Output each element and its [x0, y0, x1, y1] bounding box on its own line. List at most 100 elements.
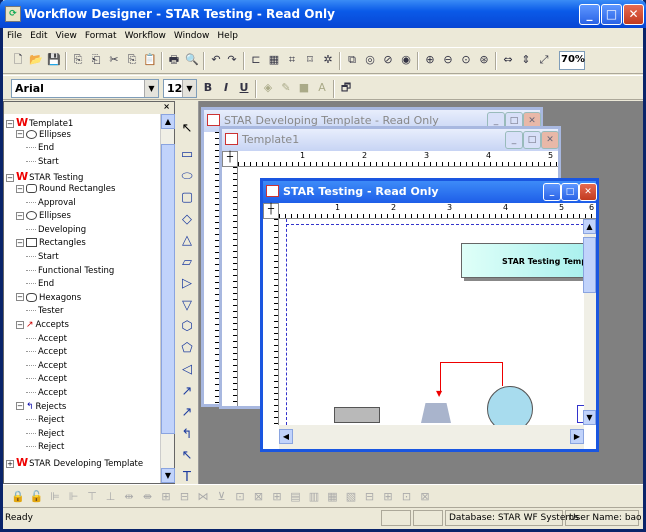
circle-icon[interactable]: ◎ [363, 53, 377, 67]
ellipse-tool-icon[interactable]: ⬭ [179, 169, 195, 185]
tree-item[interactable]: Accept [26, 347, 67, 361]
expand-toggle-icon[interactable]: − [16, 293, 24, 302]
properties-icon[interactable]: 🗗 [339, 81, 353, 95]
record-icon[interactable]: ◉ [399, 53, 413, 67]
close-button[interactable]: ✕ [623, 4, 644, 25]
menu-workflow[interactable]: Workflow [121, 28, 170, 41]
close-button[interactable]: ✕ [579, 183, 597, 201]
tree-item[interactable]: + WSTAR Developing Template [6, 456, 143, 470]
tree-item[interactable]: Start [26, 252, 59, 266]
tree-item[interactable]: Approval [26, 198, 76, 212]
down-triangle-tool-icon[interactable]: ▽ [179, 298, 195, 314]
diagram-canvas[interactable]: STAR Testing Templa ▼ [279, 219, 584, 425]
align-tool-icon[interactable]: 🔓 [30, 490, 44, 504]
cut-icon[interactable]: ✂ [107, 53, 121, 67]
tree-item[interactable]: − Rectangles [16, 238, 86, 252]
align-tool-icon[interactable]: ▧ [344, 490, 358, 504]
expand-toggle-icon[interactable]: − [16, 320, 24, 329]
vertical-scrollbar[interactable]: ▲ ▼ [583, 219, 596, 425]
tree-item[interactable]: − Hexagons [16, 292, 81, 307]
zoom-in-icon[interactable]: ⊕ [423, 53, 437, 67]
menu-view[interactable]: View [52, 28, 81, 41]
shadow-icon[interactable]: ■ [297, 81, 311, 95]
horizontal-scrollbar[interactable]: ◀ ▶ [279, 425, 584, 449]
star-testing-template-node[interactable]: STAR Testing Templa [461, 243, 584, 278]
connect-icon[interactable]: ✲ [321, 53, 335, 67]
align-tool-icon[interactable]: ⊫ [48, 490, 62, 504]
scroll-down-icon[interactable]: ▼ [583, 410, 596, 425]
expand-toggle-icon[interactable]: − [6, 173, 14, 182]
menu-format[interactable]: Format [81, 28, 121, 41]
tree-item[interactable]: Functional Testing [26, 266, 114, 280]
tree-item[interactable]: − Round Rectangles [16, 184, 115, 198]
align-tool-icon[interactable]: ▤ [289, 490, 303, 504]
font-size-select[interactable]: 12 ▼ [163, 79, 197, 98]
star-testing-window[interactable]: STAR Testing - Read Only _ □ ✕ ┼ 1 2 3 4… [260, 178, 599, 452]
triangle-tool-icon[interactable]: △ [179, 233, 195, 249]
font-family-select[interactable]: Arial ▼ [11, 79, 159, 98]
redo-icon[interactable]: ↷ [225, 53, 239, 67]
align-tool-icon[interactable]: ⊩ [67, 490, 81, 504]
align-tool-icon[interactable]: ▥ [307, 490, 321, 504]
menu-window[interactable]: Window [170, 28, 214, 41]
expand-toggle-icon[interactable]: − [16, 402, 24, 411]
scroll-right-icon[interactable]: ▶ [570, 429, 584, 444]
copy-icon[interactable]: ⎘ [125, 53, 139, 67]
stop-icon[interactable]: ⊘ [381, 53, 395, 67]
scroll-thumb[interactable] [583, 237, 596, 293]
zoom-level-box[interactable]: 70% [559, 51, 585, 70]
expand-toggle-icon[interactable]: − [16, 184, 24, 193]
tree-item[interactable]: End [26, 143, 54, 157]
right-triangle-tool-icon[interactable]: ▷ [179, 276, 195, 292]
accept-tool-icon[interactable]: ↗ [179, 384, 195, 400]
expand-toggle-icon[interactable]: + [6, 459, 14, 468]
menu-help[interactable]: Help [213, 28, 242, 41]
align-tool-icon[interactable]: ⊠ [418, 490, 432, 504]
align-tool-icon[interactable]: ⊟ [363, 490, 377, 504]
align-tool-icon[interactable]: ⊡ [233, 490, 247, 504]
underline-button[interactable]: U [237, 81, 251, 95]
chart-icon[interactable]: ⧉ [345, 53, 359, 67]
tree-item[interactable]: Start [26, 157, 59, 171]
tree-item[interactable]: Accept [26, 334, 67, 348]
left-triangle-tool-icon[interactable]: ◁ [179, 362, 195, 378]
maximize-button[interactable]: □ [601, 4, 622, 25]
align-tool-icon[interactable]: 🔒 [11, 490, 25, 504]
font-color-button[interactable]: A [315, 81, 329, 95]
page-icon[interactable]: ⌑ [303, 53, 317, 67]
fit-height-icon[interactable]: ⇕ [519, 53, 533, 67]
zoom-page-icon[interactable]: ⊛ [477, 53, 491, 67]
reject2-tool-icon[interactable]: ↖ [179, 448, 195, 464]
align-tool-icon[interactable]: ⊠ [252, 490, 266, 504]
scroll-up-icon[interactable]: ▲ [583, 219, 596, 234]
tree-item[interactable]: End [26, 279, 54, 293]
tree-item[interactable]: − WTemplate1 [6, 116, 73, 130]
ellipse-node[interactable] [487, 386, 533, 425]
scroll-left-icon[interactable]: ◀ [279, 429, 293, 444]
align-tool-icon[interactable]: ⊞ [381, 490, 395, 504]
align-tool-icon[interactable]: ⊞ [159, 490, 173, 504]
minimize-button[interactable]: _ [543, 183, 561, 201]
save-icon[interactable]: 💾 [47, 53, 61, 67]
tree-item[interactable]: Developing [26, 225, 86, 239]
tree-item[interactable]: Tester [26, 306, 63, 320]
tree-item[interactable]: − Ellipses [16, 129, 71, 144]
snap-icon[interactable]: ⌗ [285, 53, 299, 67]
align-tool-icon[interactable]: ⊡ [400, 490, 414, 504]
chevron-down-icon[interactable]: ▼ [182, 80, 196, 97]
fit-all-icon[interactable]: ⤢ [537, 53, 551, 67]
align-tool-icon[interactable]: ⊞ [270, 490, 284, 504]
expand-toggle-icon[interactable]: − [16, 238, 24, 247]
accept2-tool-icon[interactable]: ↗ [179, 405, 195, 421]
italic-button[interactable]: I [219, 81, 233, 95]
bold-button[interactable]: B [201, 81, 215, 95]
rectangle-tool-icon[interactable]: ▭ [179, 147, 195, 163]
maximize-button[interactable]: □ [561, 183, 579, 201]
tree-item[interactable]: Accept [26, 361, 67, 375]
scroll-up-icon[interactable]: ▲ [161, 114, 175, 129]
menu-file[interactable]: File [3, 28, 26, 41]
parallelogram-tool-icon[interactable]: ▱ [179, 255, 195, 271]
print-preview-icon[interactable]: 🔍 [185, 53, 199, 67]
rectangle-node[interactable] [334, 407, 380, 423]
copy-format-icon[interactable]: ⎘ [71, 53, 85, 67]
